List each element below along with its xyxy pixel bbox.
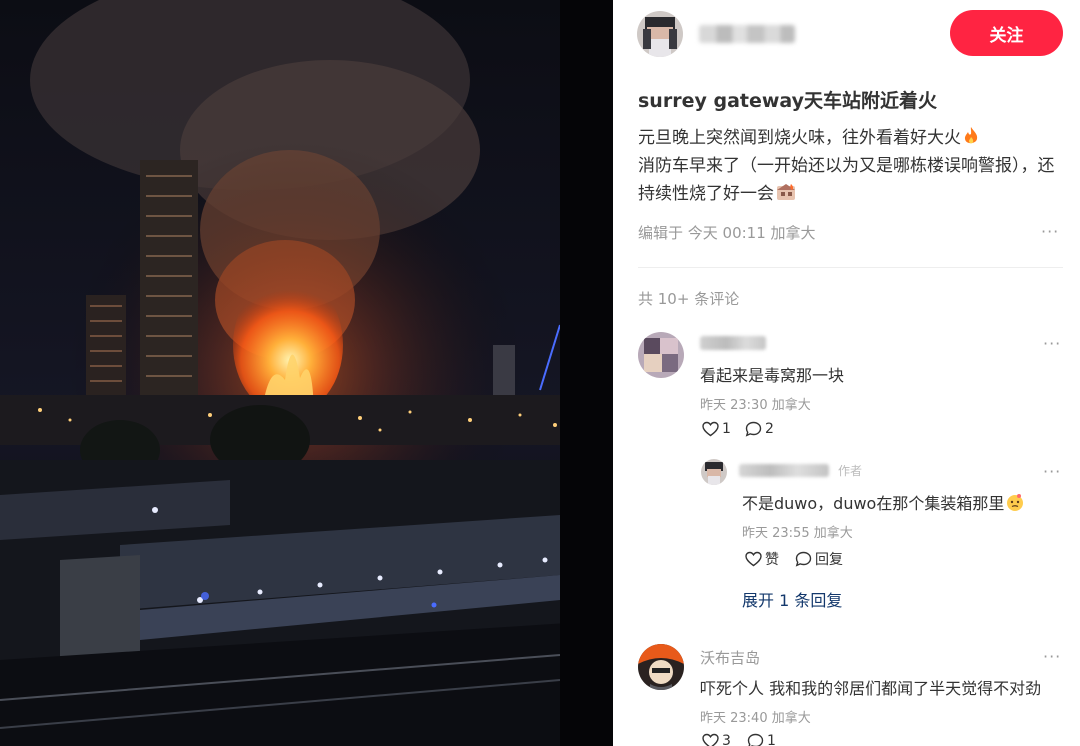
- heart-icon: [745, 551, 762, 567]
- reply-name-redacted[interactable]: [739, 464, 829, 477]
- comment-bubble-icon: [795, 551, 812, 567]
- comment-count: 共 10+ 条评论: [638, 290, 740, 308]
- reply-count: 1: [767, 733, 776, 746]
- reply-time: 昨天 23:55 加拿大: [742, 526, 853, 541]
- post-more-button[interactable]: ···: [1041, 222, 1059, 241]
- reply-like-button[interactable]: 赞: [745, 549, 779, 569]
- confused-face-emoji-icon: [1007, 494, 1024, 511]
- post-body-line2: 消防车早来了（一开始还以为又是哪栋楼误响警报），还持续性烧了好一会: [638, 156, 1055, 204]
- post-edited-time: 编辑于 今天 00:11 加拿大: [638, 224, 816, 242]
- comment-text: 吓死个人 我和我的邻居们都闻了半天觉得不对劲: [700, 679, 1042, 698]
- author-name-redacted[interactable]: [699, 25, 795, 43]
- reply-reply-button[interactable]: 回复: [795, 549, 843, 569]
- reply-avatar-image: [701, 459, 727, 485]
- heart-icon: [702, 733, 719, 746]
- author-badge: 作者: [838, 464, 863, 478]
- comment-bubble-icon: [745, 421, 762, 437]
- comment-avatar[interactable]: [638, 644, 684, 690]
- expand-replies-button[interactable]: 展开 1 条回复: [742, 587, 842, 611]
- divider: [638, 267, 1063, 268]
- comment-like-button[interactable]: 1: [702, 421, 731, 437]
- like-count: 3: [722, 733, 731, 746]
- author-avatar[interactable]: [637, 11, 683, 57]
- comment-more-button[interactable]: ···: [1043, 334, 1061, 353]
- post-body-line1: 元旦晚上突然闻到烧火味，往外看着好大火: [638, 128, 961, 148]
- post-title: surrey gateway天车站附近着火: [638, 90, 938, 112]
- fire-emoji-icon: [964, 127, 978, 144]
- reply-like-label: 赞: [765, 552, 779, 568]
- heart-icon: [702, 421, 719, 437]
- comment-author-name[interactable]: 沃布吉岛: [700, 647, 760, 668]
- comment-more-button[interactable]: ···: [1043, 647, 1061, 666]
- comment-bubble-icon: [747, 733, 764, 746]
- comment-time: 昨天 23:40 加拿大: [700, 711, 811, 726]
- reply-more-button[interactable]: ···: [1043, 462, 1061, 481]
- reply-reply-label: 回复: [815, 552, 843, 568]
- comment-text: 看起来是毒窝那一块: [700, 366, 845, 385]
- comment-reply-button[interactable]: 2: [745, 421, 774, 437]
- house-fire-emoji-icon: [777, 184, 795, 200]
- comment-avatar[interactable]: [638, 332, 684, 378]
- comment-avatar-image: [638, 644, 684, 690]
- comment-reply-button[interactable]: 1: [747, 733, 776, 746]
- comment-time: 昨天 23:30 加拿大: [700, 398, 811, 413]
- comment-avatar-image: [638, 332, 684, 378]
- author-avatar-image: [637, 11, 683, 57]
- fire-night-photo: [0, 0, 613, 746]
- comment-like-button[interactable]: 3: [702, 733, 731, 746]
- reply-text: 不是duwo，duwo在那个集装箱那里: [742, 490, 1025, 514]
- post-detail-panel: 关注 surrey gateway天车站附近着火 元旦晚上突然闻到烧火味，往外看…: [613, 0, 1080, 746]
- like-count: 1: [722, 421, 731, 437]
- reply-text-content: 不是duwo，duwo在那个集装箱那里: [742, 494, 1005, 513]
- follow-button[interactable]: 关注: [950, 10, 1063, 56]
- comment-name-redacted[interactable]: [700, 336, 766, 350]
- post-header: 关注: [613, 0, 1080, 68]
- reply-count: 2: [765, 421, 774, 437]
- reply-avatar[interactable]: [701, 459, 727, 485]
- post-body: 元旦晚上突然闻到烧火味，往外看着好大火 消防车早来了（一开始还以为又是哪栋楼误响…: [638, 124, 1058, 208]
- post-photo[interactable]: [0, 0, 613, 746]
